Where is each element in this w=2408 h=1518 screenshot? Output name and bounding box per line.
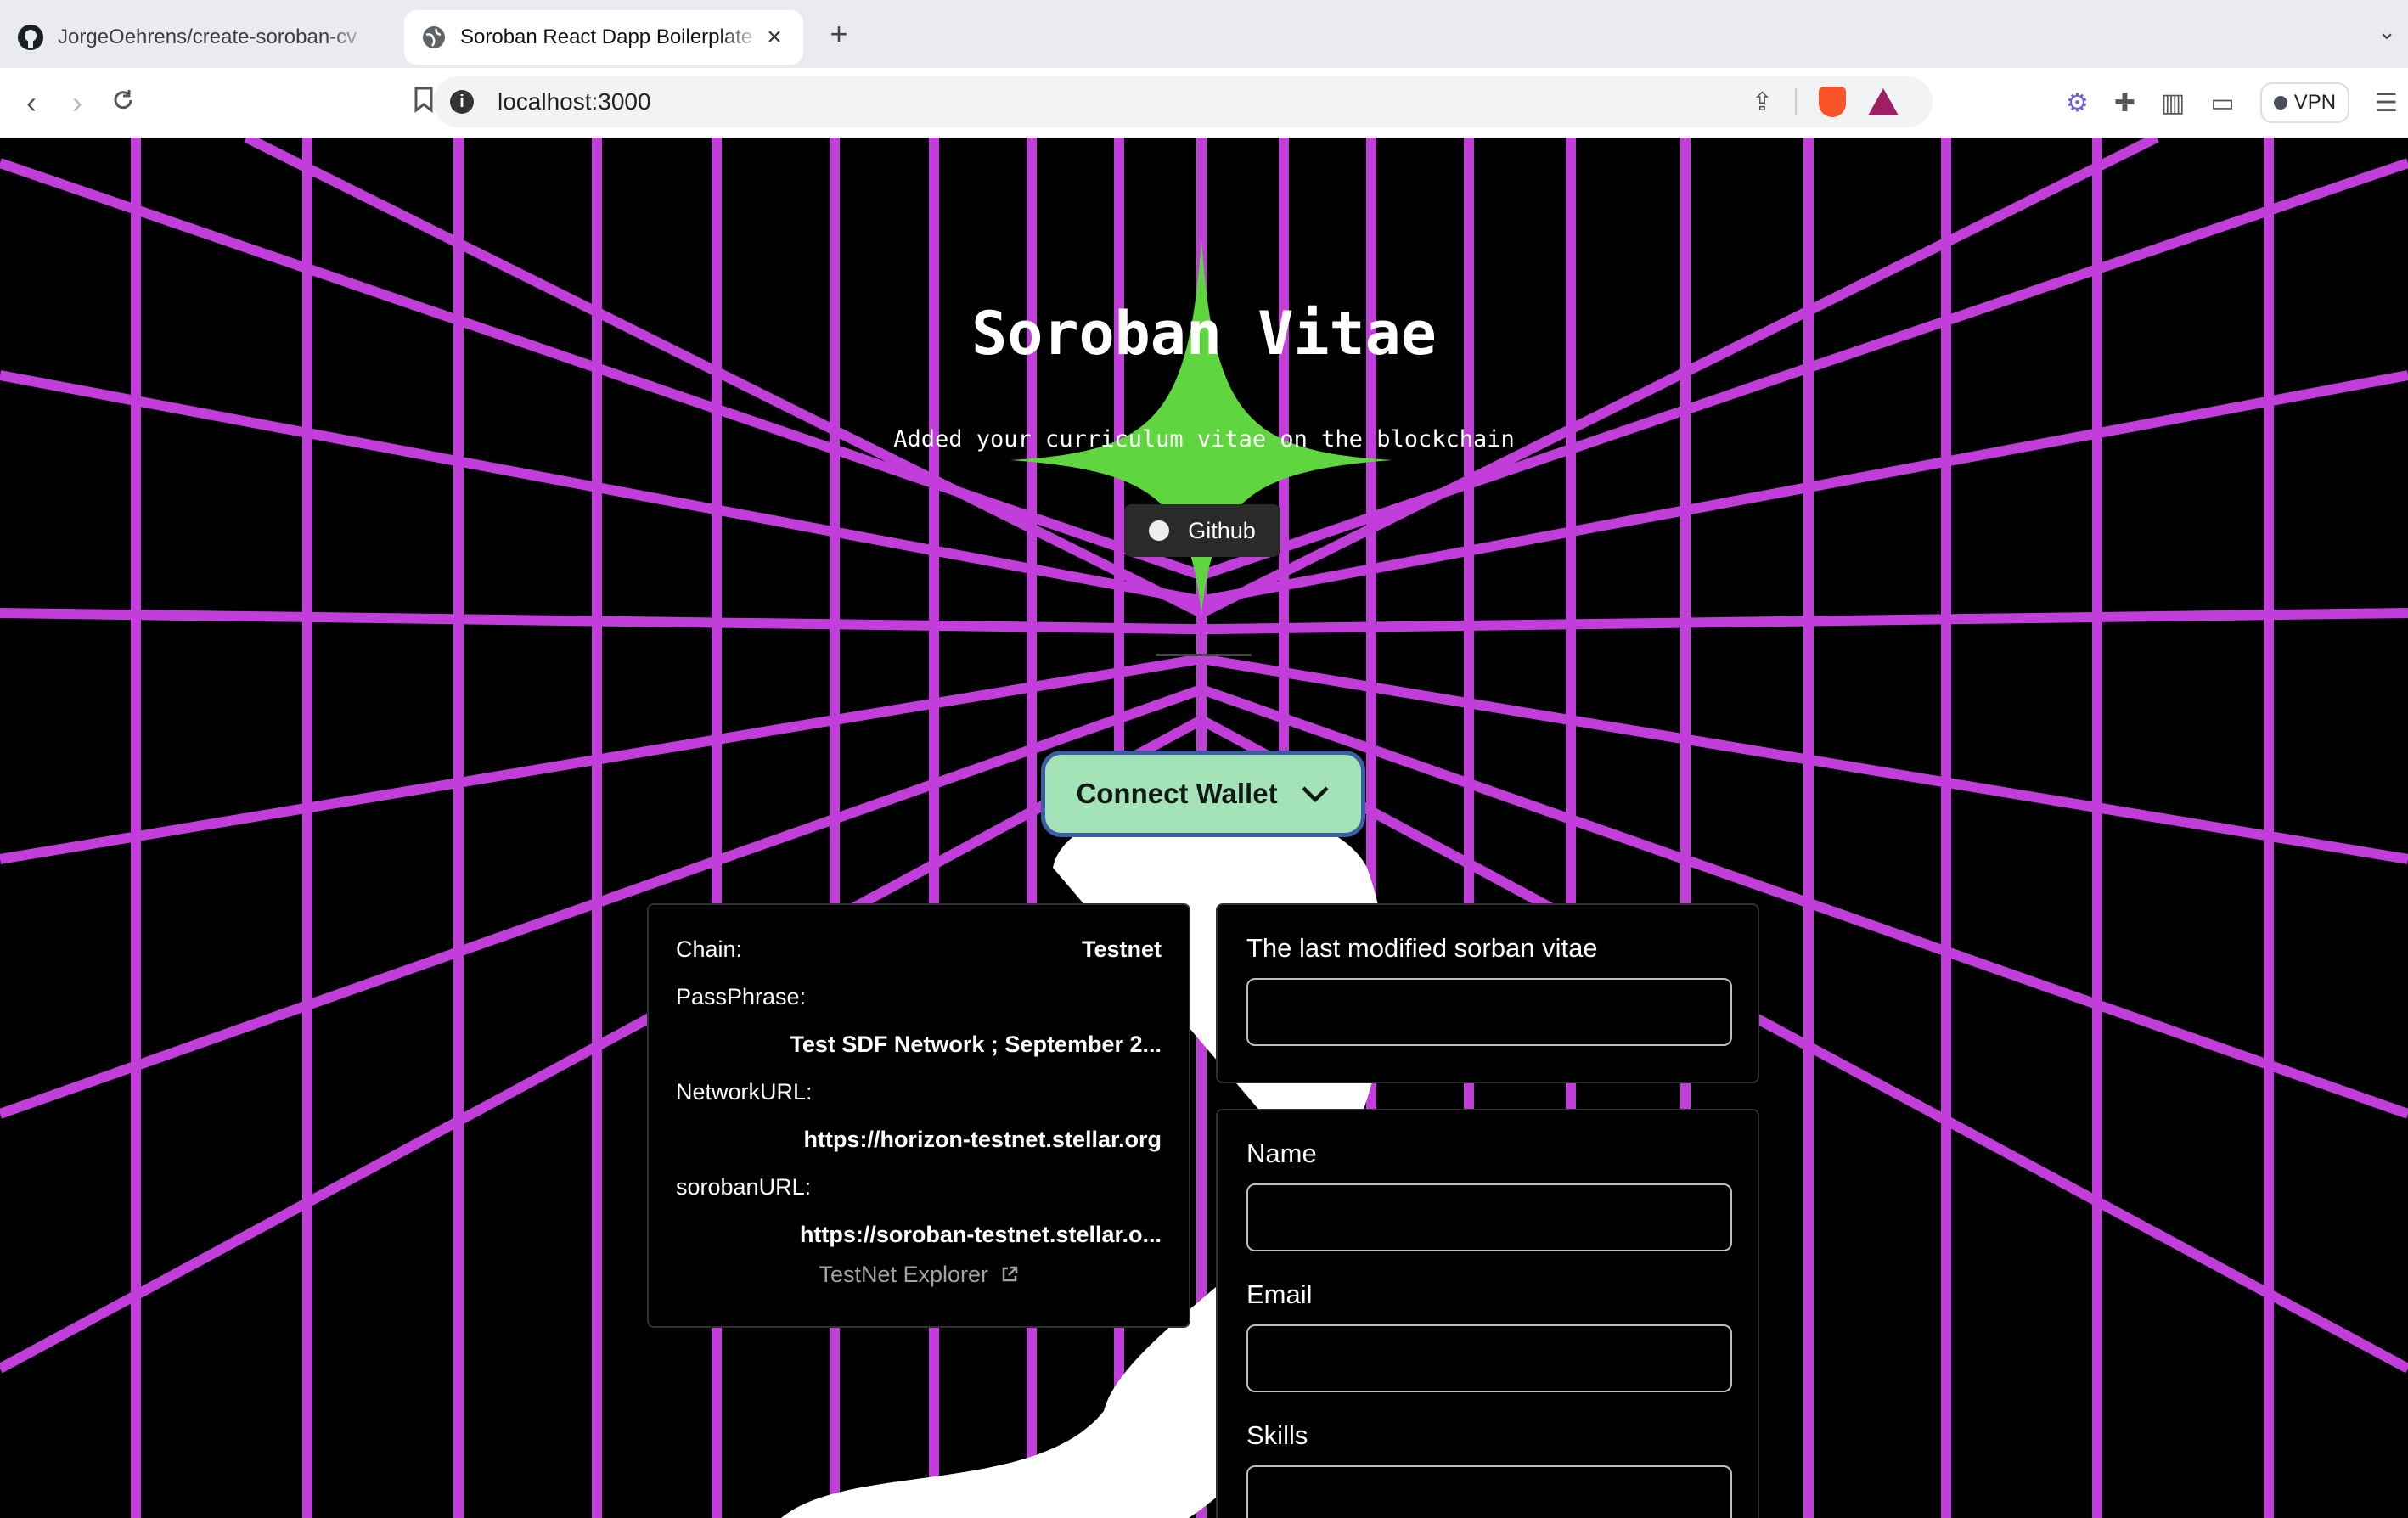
connect-wallet-button[interactable]: Connect Wallet [1041, 751, 1365, 837]
extensions-icon[interactable]: ✚ [2114, 88, 2135, 118]
tab-list-chevron-icon[interactable]: ⌄ [2377, 19, 2396, 45]
tab-strip: JorgeOehrens/create-soroban-cv Soroban R… [0, 0, 2408, 68]
brave-rewards-icon[interactable] [1868, 88, 1899, 115]
forward-button[interactable]: › [54, 85, 100, 121]
last-modified-field[interactable] [1246, 978, 1732, 1046]
globe-icon [423, 26, 445, 48]
chain-label: Chain: [676, 936, 743, 962]
passphrase-label: PassPhrase: [676, 983, 807, 1009]
vpn-label: VPN [2293, 91, 2337, 114]
tab-title: JorgeOehrens/create-soroban-cv [58, 25, 357, 48]
testnet-explorer-link[interactable]: TestNet Explorer [676, 1262, 1162, 1288]
wallet-icon[interactable]: ▭ [2210, 88, 2234, 118]
chain-row: Chain: Testnet [676, 925, 1162, 973]
dapp-page: Soroban Vitae Added your curriculum vita… [0, 138, 2408, 1518]
soroban-url-value: https://soroban-testnet.stellar.o... [799, 1222, 1162, 1247]
network-url-label: NetworkURL: [676, 1078, 813, 1105]
github-icon [1149, 520, 1170, 541]
github-label: Github [1188, 517, 1256, 543]
skills-field[interactable] [1246, 1465, 1732, 1518]
omnibox-actions: ⇪ [1752, 76, 1899, 127]
chain-value: Testnet [1081, 936, 1162, 962]
leo-icon[interactable]: ⚙ [2066, 88, 2089, 118]
grid-line [1199, 138, 2159, 618]
passphrase-value: Test SDF Network ; September 2... [790, 1032, 1162, 1057]
site-info-icon[interactable]: i [450, 90, 474, 114]
name-field[interactable] [1246, 1183, 1732, 1251]
network-url-row: NetworkURL: [676, 1068, 1162, 1116]
divider [1795, 88, 1797, 115]
menu-icon[interactable]: ☰ [2375, 88, 2398, 118]
page-title: Soroban Vitae [971, 299, 1437, 368]
back-button[interactable]: ‹ [8, 85, 54, 121]
reload-icon [114, 90, 132, 110]
bookmark-icon [414, 87, 433, 114]
email-field[interactable] [1246, 1324, 1732, 1392]
chevron-down-icon [1301, 786, 1329, 803]
page-subtitle: Added your curriculum vitae on the block… [893, 426, 1515, 453]
github-icon [18, 25, 43, 50]
passphrase-row: PassPhrase: [676, 973, 1162, 1020]
tab-dapp[interactable]: Soroban React Dapp Boilerplate × [404, 10, 803, 65]
share-icon[interactable]: ⇪ [1752, 87, 1773, 117]
toolbar-extras: ⚙ ✚ ▥ ▭ VPN ☰ [2066, 68, 2408, 138]
name-label: Name [1246, 1138, 1317, 1168]
close-tab-icon[interactable]: × [762, 23, 786, 52]
last-modified-card: The last modified sorban vitae [1216, 903, 1759, 1083]
soroban-url-row: sorobanURL: [676, 1163, 1162, 1211]
browser-toolbar: ‹ › i localhost:3000 ⇪ ⚙ ✚ ▥ ▭ VPN ☰ [0, 68, 2408, 138]
soroban-url-label: sorobanURL: [676, 1173, 812, 1200]
url-text[interactable]: localhost:3000 [498, 88, 651, 115]
vitae-form-card: Name Email Skills [1216, 1109, 1759, 1518]
brave-shields-icon[interactable] [1819, 87, 1846, 117]
email-label: Email [1246, 1279, 1313, 1309]
address-bar[interactable]: i localhost:3000 ⇪ [433, 76, 1933, 127]
last-modified-label: The last modified sorban vitae [1246, 933, 1598, 963]
reload-button[interactable] [100, 85, 146, 121]
testnet-explorer-label: TestNet Explorer [819, 1262, 989, 1287]
new-tab-button[interactable]: + [822, 16, 856, 52]
sidebar-icon[interactable]: ▥ [2161, 88, 2185, 118]
connect-wallet-label: Connect Wallet [1076, 778, 1278, 809]
tab-title: Soroban React Dapp Boilerplate [460, 25, 753, 48]
external-link-icon [1002, 1266, 1017, 1282]
network-info-card: Chain: Testnet PassPhrase: Test SDF Netw… [647, 903, 1190, 1328]
vpn-button[interactable]: VPN [2259, 82, 2350, 123]
github-button[interactable]: Github [1124, 504, 1280, 557]
divider [1156, 654, 1252, 656]
skills-label: Skills [1246, 1420, 1308, 1450]
vpn-status-icon [2273, 96, 2287, 110]
tab-github[interactable]: JorgeOehrens/create-soroban-cv [0, 10, 391, 65]
network-url-value: https://horizon-testnet.stellar.org [803, 1127, 1162, 1152]
grid-line [244, 138, 1204, 618]
